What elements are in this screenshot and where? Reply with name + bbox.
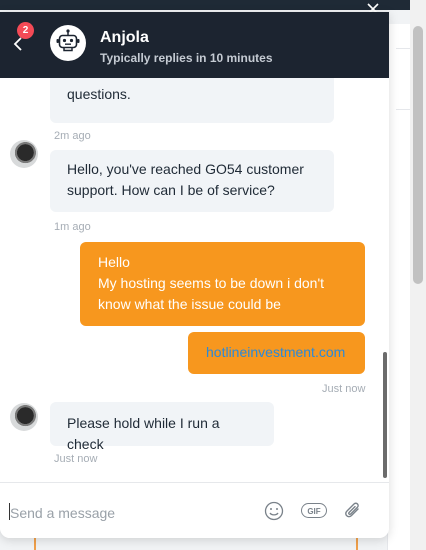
agent-avatar-photo xyxy=(10,403,38,431)
message-text: Please hold while I run a check xyxy=(67,415,220,452)
back-button[interactable] xyxy=(8,36,28,56)
page-scrollbar-thumb[interactable] xyxy=(413,26,423,284)
message-list: questions. 2m ago Hello, you've reached … xyxy=(0,78,389,482)
agent-message: questions. xyxy=(50,78,334,123)
chat-scrollbar-thumb[interactable] xyxy=(383,352,387,478)
page-scrollbar[interactable] xyxy=(410,0,426,550)
agent-message: Hello, you've reached GO54 customer supp… xyxy=(50,150,334,212)
attach-button[interactable] xyxy=(343,500,363,527)
user-message: hotlineinvestment.com xyxy=(188,332,365,374)
user-message: Hello My hosting seems to be down i don'… xyxy=(80,242,365,326)
message-text: Hello, you've reached GO54 customer supp… xyxy=(67,161,304,198)
message-time: 2m ago xyxy=(54,130,91,142)
message-time: 1m ago xyxy=(54,221,91,233)
chat-header: 2 Anjola Typically replies in 10 minutes xyxy=(0,12,389,78)
background-topbar xyxy=(0,0,426,10)
gif-icon[interactable]: GIF xyxy=(301,503,327,518)
message-text-line: Hello xyxy=(98,254,130,270)
message-link[interactable]: hotlineinvestment.com xyxy=(206,344,345,360)
message-time: Just now xyxy=(322,383,366,395)
emoji-icon xyxy=(264,501,284,526)
agent-name: Anjola xyxy=(100,29,149,46)
agent-avatar-photo xyxy=(10,140,38,168)
message-text: questions. xyxy=(67,86,131,102)
agent-status: Typically replies in 10 minutes xyxy=(100,51,273,65)
chevron-left-icon xyxy=(13,36,23,56)
paperclip-icon xyxy=(343,500,363,527)
unread-badge: 2 xyxy=(17,22,34,39)
agent-message: Please hold while I run a check xyxy=(50,402,274,452)
message-time: Just now xyxy=(54,453,98,465)
message-input[interactable] xyxy=(8,501,252,525)
emoji-button[interactable] xyxy=(264,501,284,526)
message-text-line: My hosting seems to be down i don't know… xyxy=(98,275,325,312)
chat-scrollbar[interactable] xyxy=(383,78,389,482)
background-card-edge xyxy=(34,538,358,550)
chat-widget: 2 Anjola Typically replies in 10 minutes xyxy=(0,12,389,538)
robot-icon xyxy=(55,28,81,59)
message-composer: GIF xyxy=(0,482,389,538)
agent-avatar xyxy=(50,25,86,61)
